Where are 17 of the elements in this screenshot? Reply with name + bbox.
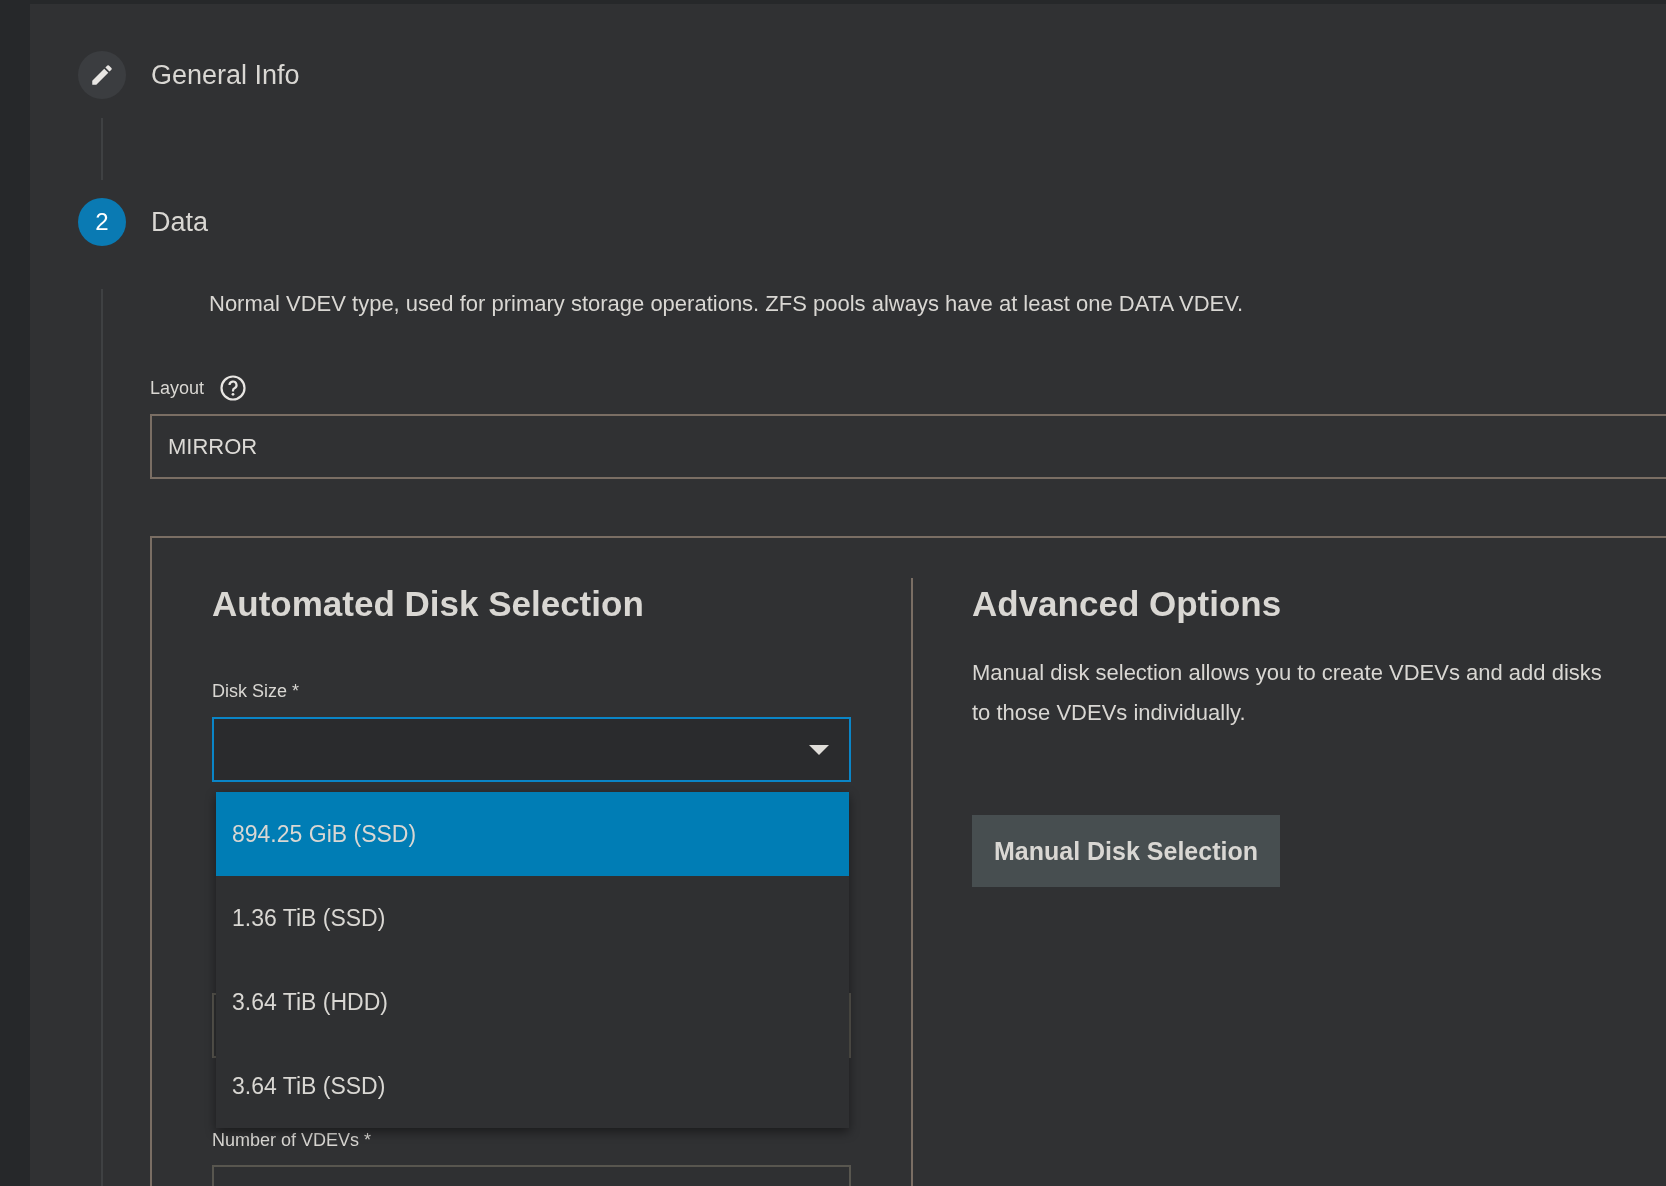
manual-disk-selection-button[interactable]: Manual Disk Selection (972, 815, 1280, 887)
caret-icon (809, 744, 829, 755)
description-text: Manual disk selection allows you to create VDEVs and add disks to those VDEVs individually. (972, 659, 1602, 727)
field-label: Layout (150, 377, 205, 399)
field-label: Number of VDEVs * (212, 1129, 372, 1152)
step-description: Normal VDEV type, used for primary storage operations. ZFS pools always have at least one DATA VDEV. (209, 290, 1244, 318)
section-heading: Automated Disk Selection (212, 583, 644, 625)
dropdown-option[interactable]: 1.36 TiB (SSD) (216, 876, 849, 960)
step-number: 2 (78, 198, 126, 246)
dropdown-option[interactable]: 3.64 TiB (HDD) (216, 960, 849, 1044)
field-label: Disk Size * (212, 680, 300, 703)
step-title: Data (151, 206, 209, 238)
dropdown-option[interactable]: 3.64 TiB (SSD) (216, 1044, 849, 1128)
help-icon[interactable] (220, 375, 247, 401)
section-heading: Advanced Options (972, 583, 1282, 625)
step-title: General Info (151, 59, 300, 91)
layout-field[interactable]: MIRROR (150, 414, 1666, 479)
